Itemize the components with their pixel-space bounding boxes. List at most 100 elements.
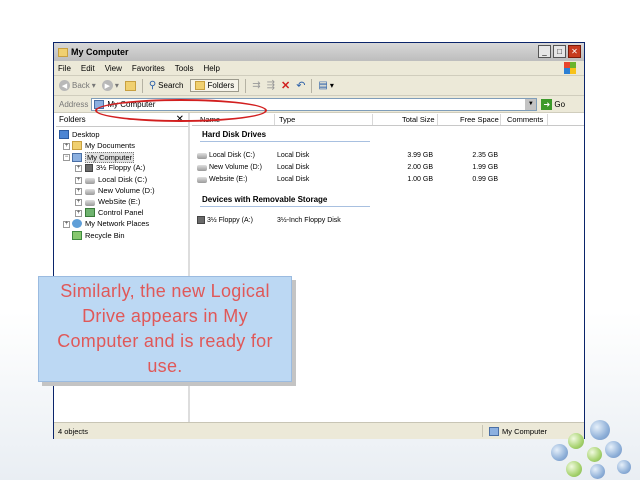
- drive-total-size: 1.00 GB: [407, 176, 433, 183]
- tree-item-my-computer[interactable]: My Computer: [72, 152, 135, 163]
- tree-item-label: Local Disk (C:): [98, 175, 148, 184]
- menu-edit[interactable]: Edit: [81, 64, 95, 73]
- file-row-name[interactable]: Local Disk (C:): [197, 151, 255, 159]
- control-panel-icon: [85, 208, 95, 217]
- drive-icon: [85, 177, 95, 184]
- menu-tools[interactable]: Tools: [175, 64, 194, 73]
- maximize-button[interactable]: □: [553, 45, 566, 58]
- column-header-total-size[interactable]: Total Size: [402, 115, 435, 124]
- back-button[interactable]: ◀ Back ▾: [59, 80, 96, 91]
- tree-item-label: New Volume (D:): [98, 186, 155, 195]
- up-button[interactable]: [124, 80, 136, 91]
- drive-type: 3½-Inch Floppy Disk: [277, 217, 341, 224]
- forward-button[interactable]: ▶ ▾: [101, 80, 119, 91]
- search-label: Search: [158, 81, 184, 90]
- drive-name: Local Disk (C:): [209, 151, 255, 159]
- menu-file[interactable]: File: [58, 64, 71, 73]
- forward-arrow-icon: ▶: [101, 80, 113, 91]
- network-icon: [72, 219, 82, 228]
- menu-view[interactable]: View: [105, 64, 122, 73]
- file-row-name[interactable]: 3½ Floppy (A:): [197, 216, 253, 224]
- drive-icon: [197, 165, 207, 171]
- folder-up-icon: [124, 80, 136, 91]
- minimize-button[interactable]: _: [538, 45, 551, 58]
- highlight-ellipse: [95, 99, 267, 122]
- tree-item-control-panel[interactable]: Control Panel: [85, 208, 143, 217]
- collapse-button[interactable]: −: [63, 154, 70, 161]
- column-header-type[interactable]: Type: [279, 115, 295, 124]
- expand-button[interactable]: +: [63, 221, 70, 228]
- folder-icon: [58, 47, 68, 57]
- folders-button[interactable]: Folders: [189, 79, 240, 92]
- column-divider[interactable]: [274, 114, 275, 125]
- go-button[interactable]: ➜ Go: [541, 98, 565, 110]
- tree-item-label: WebSite (E:): [98, 197, 141, 206]
- expand-button[interactable]: +: [75, 177, 82, 184]
- search-button[interactable]: ⚲ Search: [149, 80, 184, 91]
- recycle-bin-icon: [72, 231, 82, 240]
- menu-help[interactable]: Help: [203, 64, 219, 73]
- tree-item-my-network-places[interactable]: My Network Places: [72, 219, 149, 228]
- folders-label: Folders: [207, 81, 235, 90]
- column-divider[interactable]: [547, 114, 548, 125]
- drive-total-size: 3.99 GB: [407, 152, 433, 159]
- close-button[interactable]: ✕: [568, 45, 581, 58]
- title-bar[interactable]: My Computer _ □ ✕: [54, 43, 584, 61]
- tree-item-website-e[interactable]: WebSite (E:): [85, 197, 140, 206]
- tree-item-label: Recycle Bin: [85, 231, 125, 240]
- status-object-count: 4 objects: [58, 427, 89, 436]
- copy-to-button[interactable]: ⇶: [267, 80, 275, 91]
- undo-button[interactable]: ↶: [296, 79, 305, 92]
- expand-button[interactable]: +: [75, 188, 82, 195]
- toolbar: ◀ Back ▾ ▶ ▾ ⚲ Search Folders ⇉ ⇶ ✕ ↶ ▤ …: [54, 76, 584, 96]
- expand-button[interactable]: +: [75, 199, 82, 206]
- column-header-free-space[interactable]: Free Space: [460, 115, 499, 124]
- expand-button[interactable]: +: [63, 143, 70, 150]
- computer-icon: [72, 153, 82, 162]
- drive-free-space: 2.35 GB: [472, 152, 498, 159]
- column-divider[interactable]: [500, 114, 501, 125]
- undo-icon: ↶: [296, 80, 306, 92]
- tree-item-my-documents[interactable]: My Documents: [72, 141, 135, 150]
- tree-item-recycle-bin[interactable]: Recycle Bin: [72, 231, 125, 240]
- drive-name: Website (E:): [209, 175, 248, 183]
- move-to-button[interactable]: ⇉: [252, 80, 260, 91]
- toolbar-separator: [245, 78, 247, 93]
- column-divider[interactable]: [372, 114, 373, 125]
- tree-item-floppy-a[interactable]: 3½ Floppy (A:): [85, 163, 145, 172]
- tree-item-local-disk-c[interactable]: Local Disk (C:): [85, 175, 147, 184]
- address-dropdown-button[interactable]: ▼: [525, 98, 537, 110]
- tree-item-label: Desktop: [72, 130, 100, 139]
- drive-icon: [85, 188, 95, 195]
- group-title-removable-storage: Devices with Removable Storage: [202, 195, 328, 204]
- decorative-circle: [587, 447, 602, 462]
- decorative-circle: [617, 460, 631, 474]
- delete-icon: ✕: [280, 80, 291, 92]
- views-icon: ▤: [318, 80, 328, 91]
- file-row-name[interactable]: New Volume (D:): [197, 163, 262, 171]
- caption-callout: Similarly, the new Logical Drive appears…: [38, 276, 292, 382]
- status-location: My Computer: [482, 425, 582, 437]
- back-label: Back: [72, 81, 90, 90]
- status-location-label: My Computer: [502, 426, 548, 436]
- drive-free-space: 1.99 GB: [472, 164, 498, 171]
- decorative-circle: [605, 441, 622, 458]
- file-row-name[interactable]: Website (E:): [197, 175, 247, 183]
- delete-button[interactable]: ✕: [281, 79, 290, 92]
- decorative-circle: [566, 461, 582, 477]
- expand-button[interactable]: +: [75, 210, 82, 217]
- views-button[interactable]: ▤ ▾: [318, 80, 333, 91]
- tree-item-label: 3½ Floppy (A:): [96, 163, 146, 172]
- column-header-comments[interactable]: Comments: [507, 115, 543, 124]
- tree-item-desktop[interactable]: Desktop: [59, 130, 100, 139]
- tree-item-new-volume-d[interactable]: New Volume (D:): [85, 186, 155, 195]
- expand-button[interactable]: +: [75, 165, 82, 172]
- folder-icon: [194, 81, 205, 90]
- drive-icon: [197, 177, 207, 183]
- toolbar-separator: [141, 78, 143, 93]
- column-divider[interactable]: [437, 114, 438, 125]
- menu-favorites[interactable]: Favorites: [132, 64, 165, 73]
- folder-icon: [72, 141, 82, 150]
- drive-icon: [85, 199, 95, 206]
- window-title: My Computer: [71, 47, 129, 57]
